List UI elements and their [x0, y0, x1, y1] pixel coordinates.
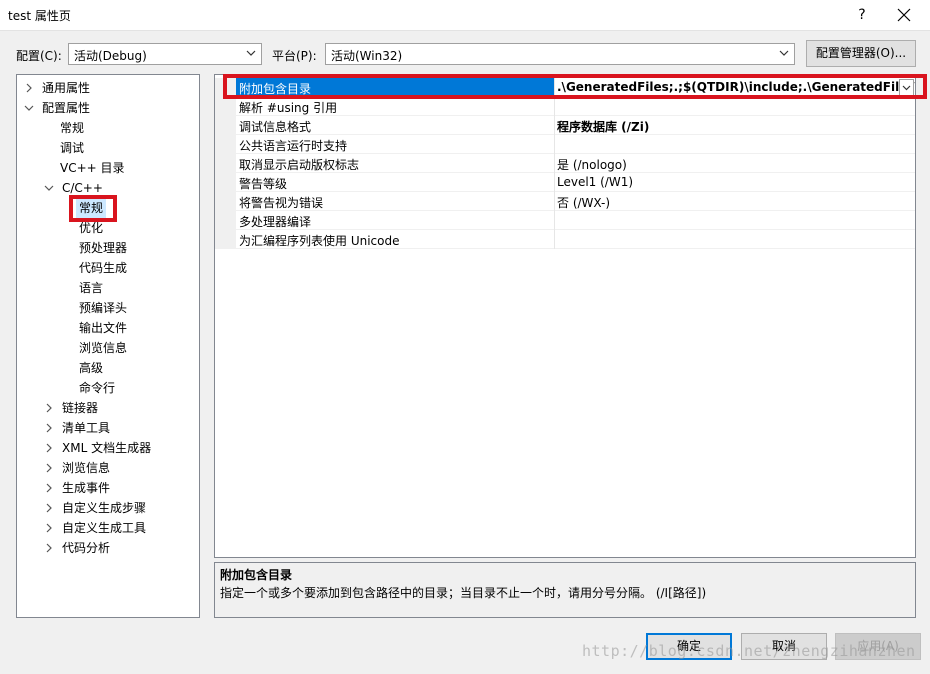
chevron-right-icon[interactable] [44, 498, 54, 518]
property-grid: 为汇编程序列表使用 Unicode 多处理器编译 将警告视为错误 否 (/WX-) 警告… [214, 74, 916, 558]
help-button[interactable]: ? [852, 4, 872, 26]
title-bar: test 属性页 ? [0, 0, 930, 31]
tree-item-label: 输出文件 [79, 321, 128, 335]
property-name: 调试信息格式 [239, 120, 312, 134]
tree-item-label: 配置属性 [42, 101, 91, 115]
config-select[interactable]: 活动(Debug) [68, 43, 262, 65]
tree-item-label: VC++ 目录 [60, 161, 125, 175]
platform-select-value: 活动(Win32) [331, 49, 403, 63]
property-row[interactable]: 多处理器编译 [215, 211, 915, 230]
chevron-right-icon[interactable] [44, 478, 54, 498]
column-divider [554, 154, 555, 173]
row-gutter [215, 211, 236, 230]
property-row[interactable]: 解析 #using 引用 [215, 97, 915, 116]
chevron-down-icon[interactable] [24, 98, 34, 118]
chevron-right-icon[interactable] [44, 438, 54, 458]
chevron-right-icon[interactable] [44, 398, 54, 418]
column-divider [554, 97, 555, 116]
chevron-down-icon [779, 50, 789, 56]
platform-label: 平台(P): [272, 49, 317, 63]
property-name: 解析 #using 引用 [239, 101, 338, 115]
property-name: 取消显示启动版权标志 [239, 158, 360, 172]
tree-item-label: 浏览信息 [79, 341, 128, 355]
tree-item-label: 预处理器 [79, 241, 128, 255]
property-tree: 通用属性 配置属性 常规 调试 VC++ 目录 C/C++ 常规 优化 预处理器 代码生成 语言 预编… [16, 74, 200, 618]
property-row[interactable]: 为汇编程序列表使用 Unicode [215, 230, 915, 249]
chevron-down-icon [246, 50, 256, 56]
column-divider [554, 230, 555, 249]
close-button[interactable] [892, 4, 916, 26]
column-divider [554, 135, 555, 154]
property-name: 警告等级 [239, 177, 288, 191]
tree-item-label: 自定义生成工具 [62, 521, 147, 535]
config-label: 配置(C): [16, 49, 62, 63]
property-value[interactable]: 程序数据库 (/Zi) [557, 118, 649, 135]
tree-item-label: 通用属性 [42, 81, 91, 95]
row-gutter [215, 97, 236, 116]
property-value[interactable]: Level1 (/W1) [557, 175, 633, 189]
config-select-value: 活动(Debug) [74, 49, 147, 63]
window-title: test 属性页 [8, 9, 71, 23]
property-value[interactable]: 是 (/nologo) [557, 156, 627, 173]
description-title: 附加包含目录 [220, 568, 293, 582]
tree-item-label: 链接器 [62, 401, 99, 415]
row-gutter [215, 116, 236, 135]
property-name: 公共语言运行时支持 [239, 139, 348, 153]
tree-item-label: 代码生成 [79, 261, 128, 275]
tree-item-label: 清单工具 [62, 421, 111, 435]
tree-item-label: 浏览信息 [62, 461, 111, 475]
tree-item-label: 调试 [60, 141, 85, 155]
property-name: 将警告视为错误 [239, 196, 324, 210]
property-row[interactable]: 取消显示启动版权标志 是 (/nologo) [215, 154, 915, 173]
watermark: http://blog.csdn.net/zhengzihanzhen [582, 642, 916, 660]
property-row[interactable]: 警告等级 Level1 (/W1) [215, 173, 915, 192]
column-divider [554, 211, 555, 230]
chevron-right-icon[interactable] [44, 418, 54, 438]
property-row[interactable]: 公共语言运行时支持 [215, 135, 915, 154]
chevron-right-icon[interactable] [44, 518, 54, 538]
tree-item-label: 自定义生成步骤 [62, 501, 147, 515]
chevron-right-icon[interactable] [24, 78, 34, 98]
property-value[interactable]: 否 (/WX-) [557, 194, 610, 211]
tree-item-label: XML 文档生成器 [62, 441, 152, 455]
tree-item-label: 命令行 [79, 381, 116, 395]
description-text: 指定一个或多个要添加到包含路径中的目录；当目录不止一个时，请用分号分隔。 (/I… [220, 586, 707, 600]
column-divider [554, 173, 555, 192]
tree-item-label: 常规 [60, 121, 85, 135]
description-pane: 附加包含目录 指定一个或多个要添加到包含路径中的目录；当目录不止一个时，请用分号… [214, 562, 916, 618]
tree-item-label: 代码分析 [62, 541, 111, 555]
row-gutter [215, 154, 236, 173]
tree-item-label: 生成事件 [62, 481, 111, 495]
chevron-right-icon[interactable] [44, 538, 54, 558]
tree-item-label: 高级 [79, 361, 104, 375]
row-gutter [215, 173, 236, 192]
column-divider [554, 116, 555, 135]
row-gutter [215, 230, 236, 249]
row-gutter [215, 135, 236, 154]
property-name: 为汇编程序列表使用 Unicode [239, 234, 400, 248]
tree-item-label: 预编译头 [79, 301, 128, 315]
tree-item-label: 语言 [79, 281, 104, 295]
column-divider [554, 192, 555, 211]
highlight-box-property [223, 74, 927, 99]
chevron-down-icon[interactable] [44, 178, 54, 198]
property-row[interactable]: 将警告视为错误 否 (/WX-) [215, 192, 915, 211]
config-manager-button[interactable]: 配置管理器(O)... [806, 40, 916, 67]
platform-select[interactable]: 活动(Win32) [325, 43, 795, 65]
row-gutter [215, 192, 236, 211]
chevron-right-icon[interactable] [44, 458, 54, 478]
property-name: 多处理器编译 [239, 215, 312, 229]
highlight-box-tree-item [69, 195, 117, 222]
close-icon [897, 8, 911, 22]
property-row[interactable]: 调试信息格式 程序数据库 (/Zi) [215, 116, 915, 135]
